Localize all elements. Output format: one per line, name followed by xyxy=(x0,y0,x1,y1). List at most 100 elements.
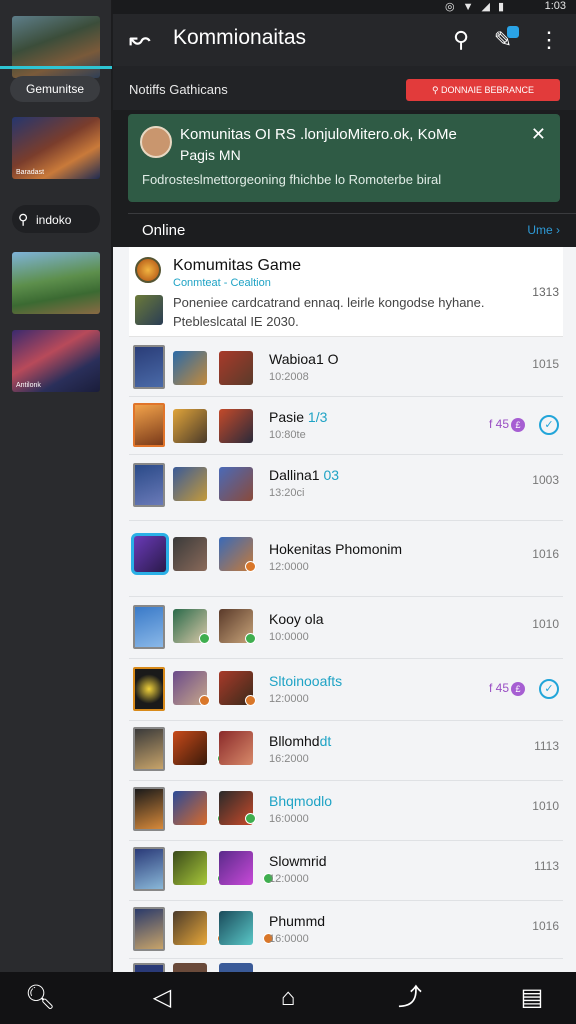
list-item[interactable]: Dallina1 03 13:20ci 1003 xyxy=(129,455,563,521)
row-time: 12:0000 xyxy=(269,693,309,705)
featured-post[interactable]: Komumitas Game Conmteat - Cealtion Ponen… xyxy=(129,247,563,337)
donate-button[interactable]: ⚲ DONNAIE BEBRANCE xyxy=(406,79,560,101)
featured-body: Poneniee cardcatrand ennaq. leirle kongo… xyxy=(173,295,485,329)
avatar xyxy=(133,787,165,831)
row-name: Pasie 1/3 xyxy=(269,409,327,425)
row-name-text: Pasie xyxy=(269,409,308,425)
community-list: Komumitas Game Conmteat - Cealtion Ponen… xyxy=(113,247,576,972)
rail-thumb-3[interactable] xyxy=(12,252,100,314)
avatar xyxy=(133,667,165,711)
points-icon: £ xyxy=(511,682,525,696)
avatar xyxy=(173,791,207,825)
row-name: Phummd xyxy=(269,913,325,929)
back-icon[interactable]: ◁ xyxy=(142,982,182,1014)
list-item[interactable]: Bllomhddt 16:2000 1113 xyxy=(129,721,563,781)
row-count: 1113 xyxy=(534,739,559,753)
row-name-text: Hokenitas Phomonim xyxy=(269,541,403,557)
row-count: 1015 xyxy=(532,357,559,371)
online-section-header: Online Ume › xyxy=(128,213,576,245)
avatar xyxy=(133,727,165,771)
row-name-text: Kooy ola xyxy=(269,611,324,627)
row-time: 12:0000 xyxy=(269,561,309,573)
card-body: Fodrosteslmettorgeoning fhichbe lo Romot… xyxy=(142,172,442,187)
status-dot xyxy=(199,695,210,706)
row-time: 13:20ci xyxy=(269,487,305,499)
list-item[interactable]: Pasie 1/3 10:80te f 45 £ ✓ xyxy=(129,397,563,455)
back-arrow-icon[interactable]: ↜ xyxy=(129,24,161,54)
notification-card[interactable]: Komunitas OI RS .lonjuloMitero.ok, KoMe … xyxy=(128,114,560,202)
row-name: Bllomhddt xyxy=(269,733,331,749)
featured-title: Komumitas Game xyxy=(173,257,302,274)
avatar xyxy=(133,847,165,891)
list-item[interactable]: Slowmrid 12:0000 1113 xyxy=(129,841,563,901)
search-icon[interactable]: ⚲ xyxy=(446,26,476,56)
avatar xyxy=(219,963,253,972)
points-badge: f 45 £ xyxy=(489,681,525,696)
recents-icon[interactable]: ▤ xyxy=(512,982,552,1014)
notification-label: Notiffs Gathicans xyxy=(129,82,228,97)
card-subtitle: Pagis MN xyxy=(180,147,241,163)
status-icons: ◎▼◢▮ xyxy=(445,1,512,13)
row-name-text: Phummd xyxy=(269,913,326,929)
list-item[interactable]: Hokenitas Phomonim 12:0000 1016 xyxy=(129,521,563,597)
page-title: Kommionaitas xyxy=(173,26,307,49)
row-name: Wabioa1 O xyxy=(269,351,339,367)
avatar xyxy=(173,351,207,385)
avatar xyxy=(135,257,161,283)
avatar xyxy=(219,911,253,945)
row-name-highlight: Bhqmodlo xyxy=(269,793,333,809)
avatar xyxy=(173,731,207,765)
list-item[interactable]: Sltoinooafts 12:0000 f 45 £ ✓ xyxy=(129,659,563,721)
row-time: 16:2000 xyxy=(269,753,309,765)
online-more-link[interactable]: Ume › xyxy=(527,223,560,237)
share-icon[interactable]: ⤴ xyxy=(390,982,430,1014)
avatar xyxy=(173,537,207,571)
rail-search-label: indoko xyxy=(36,213,72,227)
row-count: 1016 xyxy=(532,547,559,561)
row-time: 10:80te xyxy=(269,429,306,441)
list-item[interactable]: Wabioa1 O 10:2008 1015 xyxy=(129,339,563,397)
row-name: Dallina1 03 xyxy=(269,467,339,483)
points-badge-label: f 45 xyxy=(488,681,509,695)
row-count: 1010 xyxy=(532,617,559,631)
status-dot xyxy=(199,633,210,644)
list-item[interactable] xyxy=(129,959,563,972)
row-name-text: Dallina1 xyxy=(269,467,324,483)
check-icon[interactable]: ✓ xyxy=(539,679,559,699)
row-name: Slowmrid xyxy=(269,853,327,869)
avatar xyxy=(140,126,172,158)
donate-button-label: DONNAIE BEBRANCE xyxy=(441,85,535,95)
list-item[interactable]: Phummd 16:0000 1016 xyxy=(129,901,563,959)
status-dot xyxy=(245,695,256,706)
row-time: 10:0000 xyxy=(269,631,309,643)
featured-subtitle: Conmteat - Cealtion xyxy=(173,277,271,289)
status-dot xyxy=(245,561,256,572)
rail-search[interactable]: ⚲ indoko xyxy=(12,205,100,233)
row-name: Kooy ola xyxy=(269,611,323,627)
row-name-highlight: dt xyxy=(319,733,332,749)
row-name-text: Slowmrid xyxy=(269,853,327,869)
avatar xyxy=(131,533,169,575)
rail-active-label[interactable]: Gemunitse xyxy=(10,76,100,102)
status-dot xyxy=(245,813,256,824)
home-icon[interactable]: ⌂ xyxy=(268,982,308,1014)
check-icon[interactable]: ✓ xyxy=(539,415,559,435)
row-time: 16:0000 xyxy=(269,813,309,825)
rail-thumb-2[interactable]: Baradast xyxy=(12,117,100,179)
list-item[interactable]: Bhqmodlo 16:0000 1010 xyxy=(129,781,563,841)
rail-thumb-4[interactable]: Antilonk xyxy=(12,330,100,392)
avatar xyxy=(219,851,253,885)
avatar xyxy=(173,963,207,972)
list-item[interactable]: Kooy ola 10:0000 1010 xyxy=(129,597,563,659)
search-icon[interactable]: 🔍︎ xyxy=(20,982,60,1014)
points-badge: f 45 £ xyxy=(489,417,525,432)
online-more-label: Ume xyxy=(527,223,553,237)
avatar xyxy=(133,463,165,507)
more-vertical-icon[interactable]: ⋮ xyxy=(534,26,564,56)
rail-active-indicator xyxy=(0,66,112,69)
avatar xyxy=(133,605,165,649)
close-icon[interactable]: ✕ xyxy=(531,124,546,145)
avatar xyxy=(133,345,165,389)
avatar xyxy=(219,467,253,501)
card-title: Komunitas OI RS .lonjuloMitero.ok, KoMe xyxy=(180,126,457,143)
